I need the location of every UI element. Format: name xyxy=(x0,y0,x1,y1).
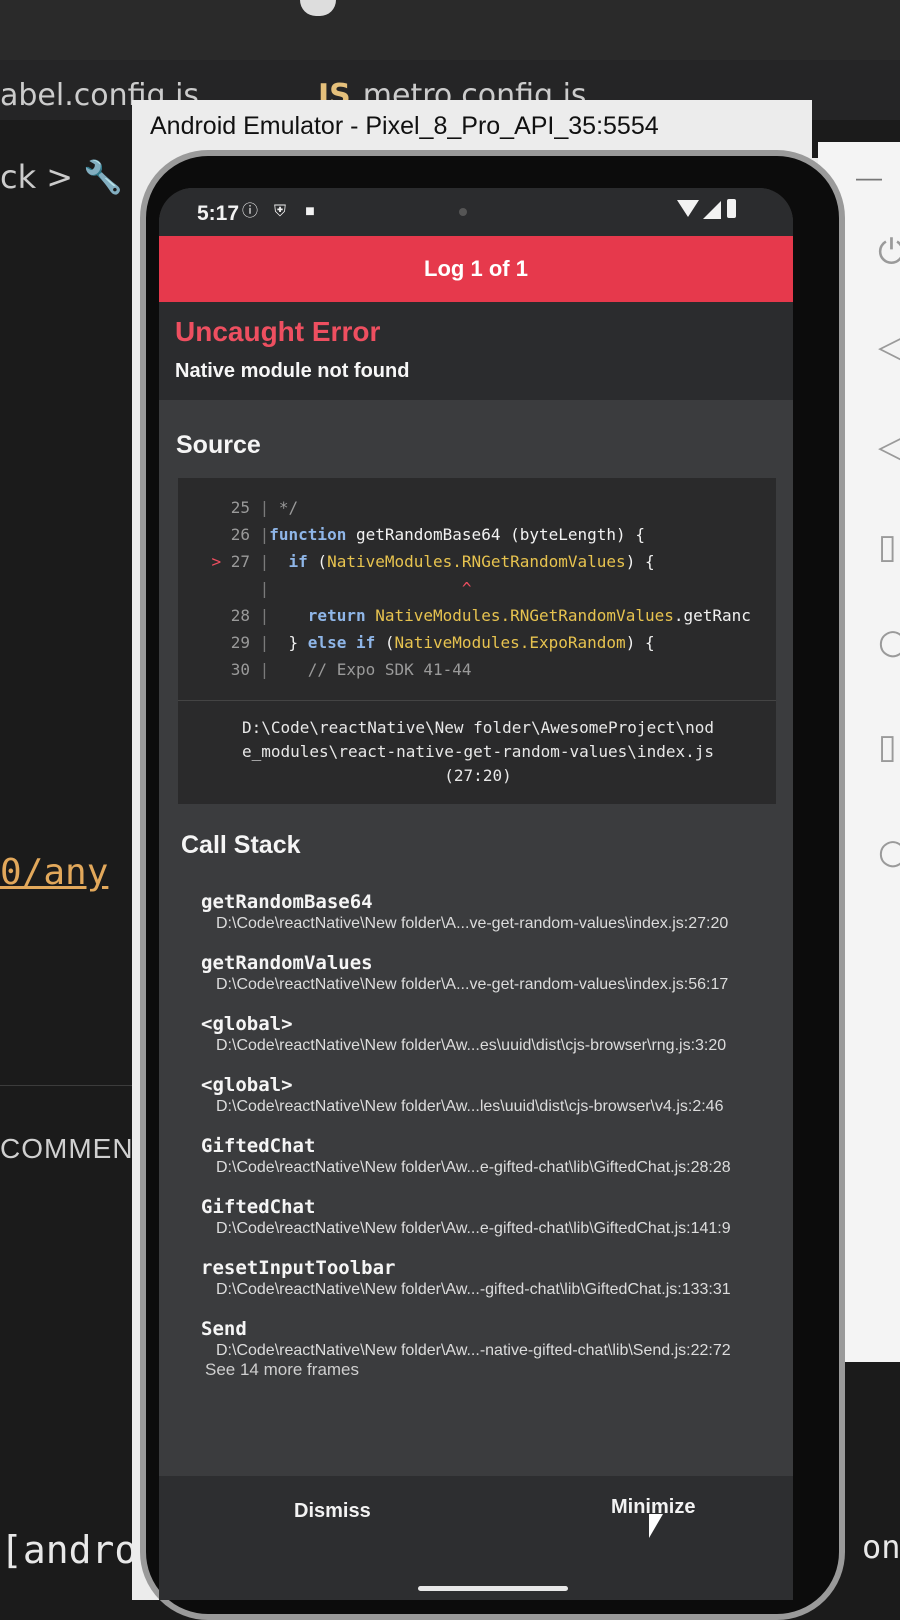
code-line: 30 | // Expo SDK 41-44 xyxy=(230,660,472,679)
bottom-action-bar: Dismiss Minimize xyxy=(159,1476,793,1600)
code-line: 26 |function getRandomBase64 (byteLength… xyxy=(230,525,645,544)
see-more-frames-button[interactable]: See 14 more frames xyxy=(205,1360,359,1380)
wifi-icon xyxy=(677,200,699,217)
code-frame[interactable]: 25 | */ 26 |function getRandomBase64 (by… xyxy=(178,478,776,804)
cursor-icon xyxy=(649,1514,663,1538)
editor-top-bar xyxy=(0,0,900,60)
wrench-icon: 🔧 xyxy=(83,158,124,196)
code-caret-line: | ^ xyxy=(250,579,472,598)
error-message: Native module not found xyxy=(175,360,410,382)
zoom-icon[interactable]: ○ xyxy=(878,622,900,662)
volume-up-icon[interactable]: ◁ xyxy=(878,327,900,367)
phone-screen: 5:17 ⓘ ⛨ ■ Log 1 of 1 Uncaught Error Nat… xyxy=(159,188,793,1600)
code-divider xyxy=(178,700,776,701)
right-text-fragment: on xyxy=(862,1528,900,1566)
status-bar: 5:17 ⓘ ⛨ ■ xyxy=(159,188,793,236)
error-type: Uncaught Error xyxy=(175,316,381,347)
gesture-nav-bar[interactable] xyxy=(418,1586,568,1591)
breadcrumb[interactable]: ck > 🔧 xyxy=(0,158,123,196)
call-stack-title: Call Stack xyxy=(181,831,301,859)
panel-divider xyxy=(0,1085,150,1086)
tablet-icon[interactable]: ▯ xyxy=(878,727,897,767)
rotate-icon[interactable]: ▯ xyxy=(878,527,897,567)
volume-down-icon[interactable]: ◁ xyxy=(878,427,900,467)
source-file-path[interactable]: D:\Code\reactNative\New folder\AwesomePr… xyxy=(198,716,758,788)
error-header: Uncaught Error Native module not found xyxy=(159,302,793,400)
code-line: 25 | */ xyxy=(230,498,299,517)
info-circle-icon: ⓘ xyxy=(241,203,258,220)
stack-frame[interactable]: <global> D:\Code\reactNative\New folder\A… xyxy=(201,1013,726,1055)
more-icon[interactable]: ○ xyxy=(878,832,900,872)
minimize-emulator-button[interactable]: — xyxy=(856,162,882,193)
stack-frame[interactable]: getRandomBase64 D:\Code\reactNative\New f… xyxy=(201,891,728,933)
log-header[interactable]: Log 1 of 1 xyxy=(159,236,793,302)
stack-frame[interactable]: Send D:\Code\reactNative\New folder\Aw...… xyxy=(201,1318,731,1360)
stack-frame[interactable]: GiftedChat D:\Code\reactNative\New folder… xyxy=(201,1196,731,1238)
stack-frame[interactable]: getRandomValues D:\Code\reactNative\New f… xyxy=(201,952,728,994)
stack-frame[interactable]: <global> D:\Code\reactNative\New folder\A… xyxy=(201,1074,723,1116)
stack-frame[interactable]: GiftedChat D:\Code\reactNative\New folder… xyxy=(201,1135,731,1177)
sim-card-icon: ■ xyxy=(305,203,315,220)
source-title: Source xyxy=(176,431,261,459)
emulator-title: Android Emulator - Pixel_8_Pro_API_35:55… xyxy=(150,112,659,140)
camera-cutout xyxy=(459,208,467,216)
stack-frame[interactable]: resetInputToolbar D:\Code\reactNative\New… xyxy=(201,1257,731,1299)
code-line: 29 | } else if (NativeModules.ExpoRandom… xyxy=(230,633,655,652)
power-icon[interactable]: ⏻ xyxy=(878,232,900,272)
signal-icon xyxy=(703,201,721,219)
code-line: 28 | return NativeModules.RNGetRandomVal… xyxy=(230,606,751,625)
shield-icon: ⛨ xyxy=(273,203,286,220)
account-icon[interactable] xyxy=(300,0,336,16)
status-time: 5:17 xyxy=(197,202,240,225)
code-line-error: > 27 | if (NativeModules.RNGetRandomValu… xyxy=(211,552,655,571)
battery-icon xyxy=(727,199,736,218)
dismiss-button[interactable]: Dismiss xyxy=(294,1500,371,1523)
